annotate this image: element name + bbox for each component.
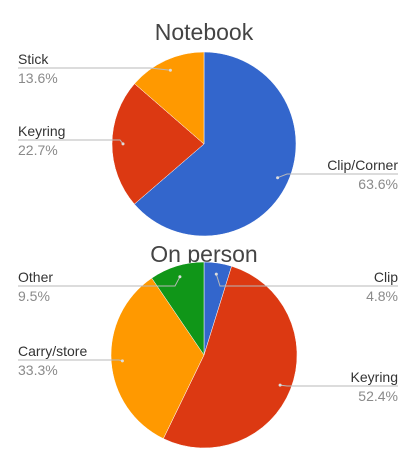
slice-label-stick: Stick	[18, 51, 49, 67]
chart-title-notebook: Notebook	[155, 19, 254, 45]
slice-percent-other: 9.5%	[18, 288, 50, 304]
slice-label-other: Other	[18, 269, 53, 285]
leader-line-keyring	[280, 384, 398, 387]
pie-charts-figure: Notebook Clip/Corner 63.6% Keyring 22.7% Sti…	[18, 19, 398, 449]
slice-percent-stick: 13.6%	[18, 70, 58, 86]
leader-dot-other	[178, 275, 182, 279]
pie-on-person	[110, 261, 298, 449]
slice-label-clip: Clip	[374, 269, 398, 285]
slice-percent-clip-corner: 63.6%	[358, 176, 398, 192]
slice-percent-clip: 4.8%	[366, 288, 398, 304]
pie-notebook	[111, 51, 297, 237]
slice-percent-keyring: 52.4%	[358, 388, 398, 404]
leader-dot-stick	[168, 68, 172, 72]
slice-label-keyring: Keyring	[351, 369, 398, 385]
leader-dot-clip	[214, 272, 218, 276]
leader-line-carry-store	[18, 359, 123, 362]
slice-label-keyring: Keyring	[18, 123, 65, 139]
slice-label-carry-store: Carry/store	[18, 343, 87, 359]
slice-percent-carry-store: 33.3%	[18, 362, 58, 378]
leader-dot-keyring	[121, 142, 125, 146]
slice-percent-keyring: 22.7%	[18, 142, 58, 158]
slice-label-clip-corner: Clip/Corner	[327, 157, 398, 173]
leader-dot-keyring	[278, 383, 282, 387]
leader-dot-carry-store	[120, 359, 124, 363]
leader-dot-clip-corner	[276, 176, 280, 180]
